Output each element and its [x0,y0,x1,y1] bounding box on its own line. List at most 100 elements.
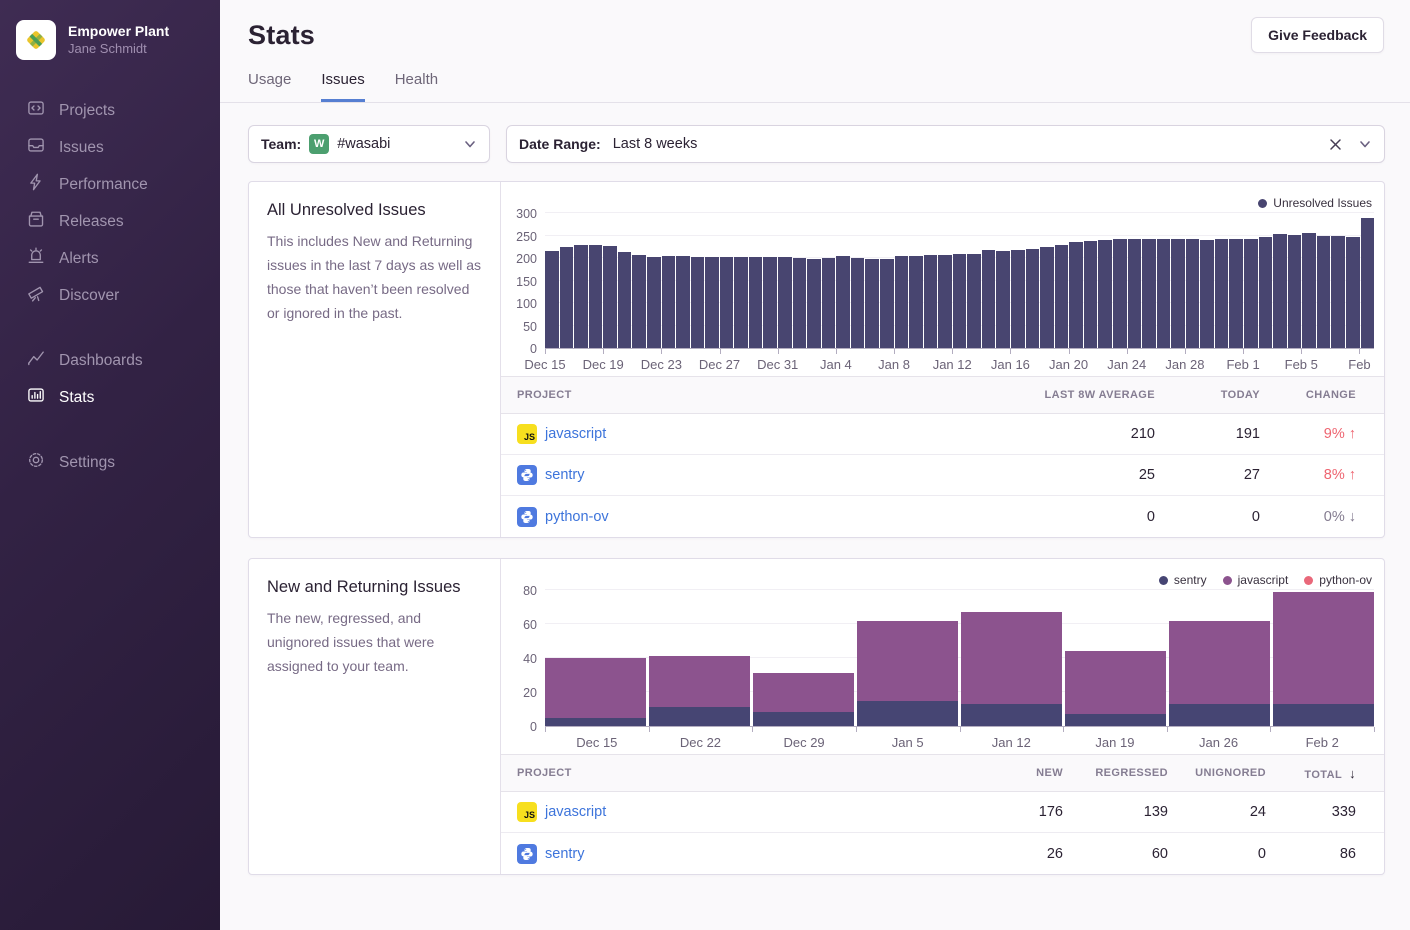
x-tick [1127,349,1128,354]
tab-usage[interactable]: Usage [248,71,291,102]
give-feedback-button[interactable]: Give Feedback [1251,17,1384,53]
table-row: sentry2660086 [501,833,1384,874]
dashboards-icon [27,349,45,372]
alerts-icon [27,247,45,270]
x-tick [1167,727,1168,732]
discover-icon [27,284,45,307]
column-header-total[interactable]: TOTAL ↓ [1266,766,1384,781]
y-tick-label: 50 [523,320,537,334]
date-range-select[interactable]: Date Range: Last 8 weeks [506,125,1385,163]
unresolved-chart-legend: Unresolved Issues [507,194,1372,212]
sidebar-item-alerts[interactable]: Alerts [0,240,220,277]
x-tick [545,349,546,354]
x-tick-label: Dec 23 [641,357,682,372]
x-tick [752,727,753,732]
sidebar-item-discover[interactable]: Discover [0,277,220,314]
new-cell: 26 [943,846,1063,862]
unresolved-bar [1361,218,1375,349]
project-link-javascript[interactable]: javascript [545,426,606,442]
column-header-unignored: UNIGNORED [1168,767,1266,779]
python-platform-icon [517,507,537,527]
unresolved-bar [1200,240,1214,348]
new-returning-issues-table: PROJECTNEWREGRESSEDUNIGNOREDTOTAL ↓JSjav… [501,754,1384,874]
x-tick [894,349,895,354]
x-tick-label: Jan 4 [820,357,852,372]
panel-unresolved-description: This includes New and Returning issues i… [267,229,482,325]
sidebar-item-performance[interactable]: Performance [0,166,220,203]
issues-icon [27,136,45,159]
unresolved-bar [836,256,850,348]
sidebar-nav-footer: Settings [0,444,220,481]
x-tick [1301,349,1302,354]
legend-label: javascript [1238,573,1289,587]
unignored-cell: 24 [1168,804,1266,820]
x-tick [603,349,604,354]
unresolved-bar [1113,239,1127,348]
segment-sentry [857,701,958,727]
sidebar-nav-secondary: DashboardsStats [0,342,220,416]
clear-date-icon[interactable] [1329,138,1342,151]
team-select[interactable]: Team: W #wasabi [248,125,490,163]
page-header: Stats Give Feedback UsageIssuesHealth [220,0,1410,103]
segment-javascript [1065,651,1166,714]
new-returning-chart-y-axis: 020406080 [507,591,545,727]
column-header-regressed: REGRESSED [1063,767,1168,779]
panel-all-unresolved-issues: All Unresolved Issues This includes New … [248,181,1385,538]
panel-new-returning-description: The new, regressed, and unignored issues… [267,606,482,678]
panel-new-returning-issues: New and Returning Issues The new, regres… [248,558,1385,875]
segment-sentry [649,707,750,726]
unresolved-bar [1215,239,1229,348]
unresolved-bar [953,254,967,349]
project-link-sentry[interactable]: sentry [545,846,585,862]
x-tick-label: Jan 26 [1199,735,1238,750]
sidebar-item-issues[interactable]: Issues [0,129,220,166]
unignored-cell: 0 [1168,846,1266,862]
x-tick-label: Feb [1348,357,1370,372]
new-returning-chart: sentryjavascriptpython-ov 020406080 Dec … [501,559,1384,754]
sidebar-item-dashboards[interactable]: Dashboards [0,342,220,379]
sidebar-item-label: Performance [59,176,148,194]
x-tick-label: Dec 22 [680,735,721,750]
segment-javascript [961,612,1062,704]
segment-sentry [1273,704,1374,726]
unresolved-issues-table: PROJECTLAST 8W AVERAGETODAYCHANGEJSjavas… [501,376,1384,537]
panel-new-returning-sidebar: New and Returning Issues The new, regres… [249,559,501,874]
unresolved-bar [1098,240,1112,348]
unresolved-bar [1011,250,1025,348]
gridline [545,212,1374,213]
legend-dot-icon [1258,199,1267,208]
last-8w-average-cell: 0 [995,509,1155,525]
sidebar-item-projects[interactable]: Projects [0,92,220,129]
python-platform-icon [517,465,537,485]
project-link-javascript[interactable]: javascript [545,804,606,820]
stacked-bar-dec-22 [649,656,750,726]
last-8w-average-cell: 25 [995,467,1155,483]
tab-issues[interactable]: Issues [321,71,364,102]
project-link-python-ov[interactable]: python-ov [545,509,609,525]
x-tick [1359,349,1360,354]
sidebar-item-settings[interactable]: Settings [0,444,220,481]
unresolved-issues-chart: Unresolved Issues 050100150200250300 Dec… [501,182,1384,376]
panel-unresolved-sidebar: All Unresolved Issues This includes New … [249,182,501,537]
tab-health[interactable]: Health [395,71,438,102]
project-cell: JSjavascript [501,802,943,822]
segment-javascript [1169,621,1270,704]
x-tick-label: Jan 24 [1107,357,1146,372]
column-header-new: NEW [943,767,1063,779]
last-8w-average-cell: 210 [995,426,1155,442]
unresolved-bar [1244,239,1258,348]
sidebar-item-label: Releases [59,213,124,231]
x-tick [960,727,961,732]
sidebar-item-stats[interactable]: Stats [0,379,220,416]
unresolved-bar [778,257,792,348]
unresolved-bar [1142,239,1156,348]
settings-icon [27,451,45,474]
sidebar-item-releases[interactable]: Releases [0,203,220,240]
org-switcher[interactable]: Empower Plant Jane Schmidt [0,0,220,78]
project-cell: JSjavascript [501,424,995,444]
stacked-bar-dec-15 [545,658,646,726]
x-tick [856,727,857,732]
project-link-sentry[interactable]: sentry [545,467,585,483]
gridline [545,589,1374,590]
x-tick-label: Jan 20 [1049,357,1088,372]
